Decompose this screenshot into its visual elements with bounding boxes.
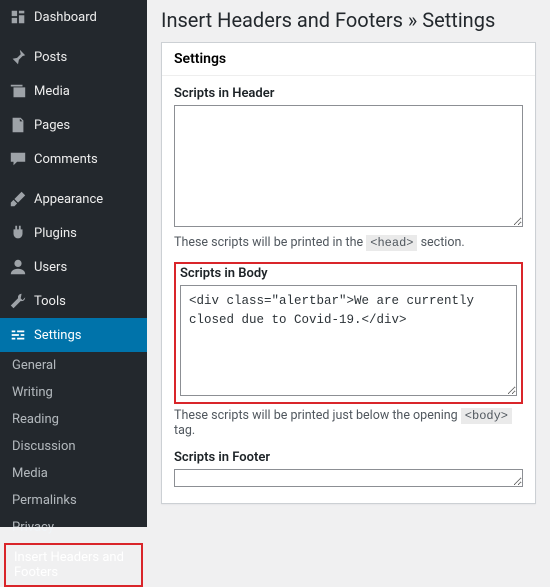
dashboard-icon: [8, 7, 28, 27]
scripts-header-help: These scripts will be printed in the <he…: [174, 235, 523, 250]
scripts-footer-textarea[interactable]: [174, 469, 523, 487]
pin-icon: [8, 47, 28, 67]
panel-heading: Settings: [162, 43, 535, 76]
scripts-header-textarea[interactable]: [174, 105, 523, 227]
brush-icon: [8, 189, 28, 209]
scripts-body-label: Scripts in Body: [180, 266, 517, 281]
user-icon: [8, 257, 28, 277]
sidebar-item-label: Tools: [34, 294, 66, 309]
sliders-icon: [8, 325, 28, 345]
sidebar-item-settings[interactable]: Settings: [0, 318, 147, 352]
comment-icon: [8, 149, 28, 169]
main-content: Insert Headers and Footers » Settings Se…: [147, 0, 550, 527]
sidebar-item-label: Plugins: [34, 226, 77, 241]
page-icon: [8, 115, 28, 135]
scripts-header-label: Scripts in Header: [174, 86, 523, 101]
submenu-item-writing[interactable]: Writing: [0, 379, 147, 406]
sidebar-item-plugins[interactable]: Plugins: [0, 216, 147, 250]
wrench-icon: [8, 291, 28, 311]
sidebar-item-label: Settings: [34, 328, 81, 343]
scripts-body-highlight: Scripts in Body: [174, 262, 523, 404]
plug-icon: [8, 223, 28, 243]
head-code: <head>: [366, 235, 417, 251]
sidebar-item-media[interactable]: Media: [0, 74, 147, 108]
submenu-item-insert-headers-footers[interactable]: Insert Headers and Footers: [4, 543, 143, 587]
submenu-item-media[interactable]: Media: [0, 460, 147, 487]
scripts-body-textarea[interactable]: [180, 285, 517, 396]
sidebar-item-users[interactable]: Users: [0, 250, 147, 284]
admin-sidebar: Dashboard Posts Media Pages Comments App…: [0, 0, 147, 527]
sidebar-item-label: Media: [34, 84, 70, 99]
sidebar-item-dashboard[interactable]: Dashboard: [0, 0, 147, 34]
settings-panel: Settings Scripts in Header These scripts…: [161, 42, 536, 504]
scripts-body-help: These scripts will be printed just below…: [174, 408, 523, 438]
sidebar-item-label: Appearance: [34, 192, 103, 207]
submenu-item-discussion[interactable]: Discussion: [0, 433, 147, 460]
submenu-item-permalinks[interactable]: Permalinks: [0, 487, 147, 514]
sidebar-item-posts[interactable]: Posts: [0, 40, 147, 74]
sidebar-item-label: Posts: [34, 50, 67, 65]
submenu-item-reading[interactable]: Reading: [0, 406, 147, 433]
submenu-item-privacy[interactable]: Privacy: [0, 514, 147, 541]
media-icon: [8, 81, 28, 101]
sidebar-item-label: Dashboard: [34, 10, 97, 25]
sidebar-item-appearance[interactable]: Appearance: [0, 182, 147, 216]
submenu-item-general[interactable]: General: [0, 352, 147, 379]
sidebar-item-tools[interactable]: Tools: [0, 284, 147, 318]
scripts-footer-label: Scripts in Footer: [174, 450, 523, 465]
sidebar-item-label: Pages: [34, 118, 70, 133]
sidebar-item-comments[interactable]: Comments: [0, 142, 147, 176]
body-code: <body>: [461, 408, 512, 424]
sidebar-item-label: Comments: [34, 152, 98, 167]
sidebar-item-label: Users: [34, 260, 67, 275]
sidebar-item-pages[interactable]: Pages: [0, 108, 147, 142]
page-title: Insert Headers and Footers » Settings: [161, 8, 536, 32]
